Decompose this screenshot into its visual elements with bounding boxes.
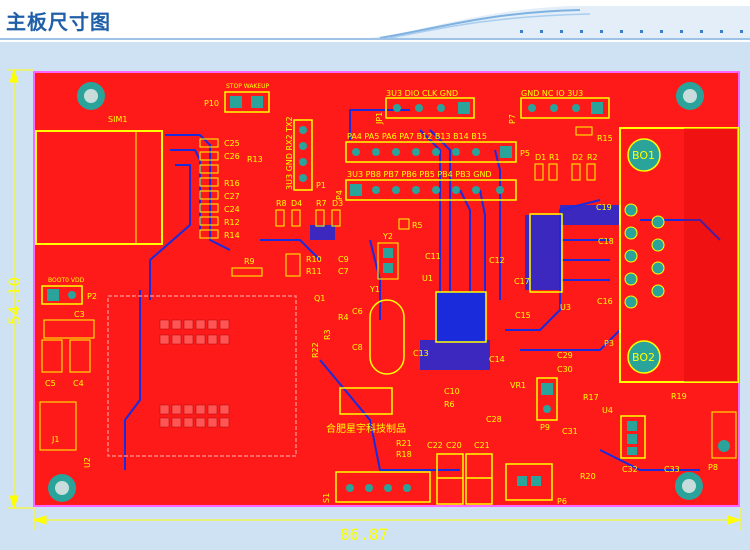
label-c14: C14 [489,355,505,364]
label-p8: P8 [708,463,718,472]
label-bo1: BO1 [632,149,655,162]
label-r10: R10 [306,255,322,264]
label-c31: C31 [562,427,578,436]
label-p6: P6 [557,497,567,506]
label-c5: C5 [45,379,56,388]
label-q1: Q1 [314,294,325,303]
label-p9: P9 [540,423,550,432]
label-c22: C22 [427,441,443,450]
label-c25: C25 [224,139,240,148]
label-jp1-pins: 3U3 DIO CLK GND [386,89,458,98]
label-p1: P1 [316,181,326,190]
label-c7: C7 [338,267,349,276]
label-c27: C27 [224,192,240,201]
label-c28: C28 [486,415,502,424]
label-d2: D2 [572,153,583,162]
label-c30: C30 [557,365,573,374]
label-r18: R18 [396,450,412,459]
label-y1: Y1 [369,285,380,294]
label-p3: P3 [604,339,614,348]
label-d4: D4 [291,199,302,208]
label-c21: C21 [474,441,490,450]
label-c15: C15 [515,311,531,320]
label-c4: C4 [73,379,84,388]
label-c3: C3 [74,310,85,319]
label-p2: P2 [87,292,97,301]
label-r14: R14 [224,231,240,240]
label-vr1: VR1 [510,381,526,390]
company-silkscreen: 合肥星宇科技制品 [326,422,406,435]
label-p2-pins: BOOT0 VDD [48,277,85,284]
label-c8: C8 [352,343,363,352]
label-p7: P7 [508,114,517,124]
pcb-diagram: 54.10 86.87 SIM1 U2 P10 STOP WAKEUP 3U3 … [5,68,742,544]
height-dimension: 54.10 [5,277,24,325]
label-c10: C10 [444,387,460,396]
label-u1: U1 [422,274,433,283]
sim-label: SIM1 [108,115,127,124]
label-c13: C13 [413,349,429,358]
label-c26: C26 [224,152,240,161]
label-r22: R22 [311,342,320,358]
label-p7-pins: GND NC IO 3U3 [521,89,583,98]
label-p1-pins: 3U3 GND RX2 TX2 [285,116,294,190]
label-d1: D1 [535,153,546,162]
label-r8: R8 [276,199,287,208]
label-r15: R15 [597,134,613,143]
label-d3: D3 [332,199,343,208]
label-p5: P5 [520,149,530,158]
label-c29: C29 [557,351,573,360]
label-c32: C32 [622,465,638,474]
label-s1: S1 [322,493,331,503]
label-y2: Y2 [382,232,393,241]
label-p10: P10 [204,99,219,108]
label-c33: C33 [664,465,680,474]
label-c19: C19 [596,203,612,212]
label-r12: R12 [224,218,240,227]
label-c11: C11 [425,252,441,261]
label-r6: R6 [444,400,455,409]
label-c6: C6 [352,307,363,316]
label-r1: R1 [549,153,560,162]
mcu-u1 [435,291,487,343]
label-r19: R19 [671,392,687,401]
label-r17: R17 [583,393,599,402]
label-c17: C17 [514,277,530,286]
label-c16: C16 [597,297,613,306]
label-u3: U3 [560,303,571,312]
label-bo2: BO2 [632,351,655,364]
label-r20: R20 [580,472,596,481]
label-p5-top: PA4 PA5 PA6 PA7 B12 B13 B14 B15 [347,132,487,141]
label-r16: R16 [224,179,240,188]
label-p10-pins: STOP WAKEUP [226,83,270,90]
label-c20: C20 [446,441,462,450]
label-jp1: JP1 [375,112,384,125]
label-c23: C24 [224,205,240,214]
label-r13: R13 [247,155,263,164]
label-r4: R4 [338,313,349,322]
label-r2: R2 [587,153,598,162]
label-r7: R7 [316,199,327,208]
label-u2: U2 [83,457,92,468]
label-r5: R5 [412,221,423,230]
label-u4: U4 [602,406,613,415]
width-dimension: 86.87 [340,525,388,544]
label-r21: R21 [396,439,412,448]
label-c12: C12 [489,256,505,265]
label-c18: C18 [598,237,614,246]
label-r3: R3 [323,329,332,340]
label-p4-top: 3U3 PB8 PB7 PB6 PB5 PB4 PB3 GND [347,170,492,179]
label-r11: R11 [306,267,322,276]
label-c9: C9 [338,255,349,264]
label-j1: J1 [51,435,59,444]
label-r9: R9 [244,257,255,266]
